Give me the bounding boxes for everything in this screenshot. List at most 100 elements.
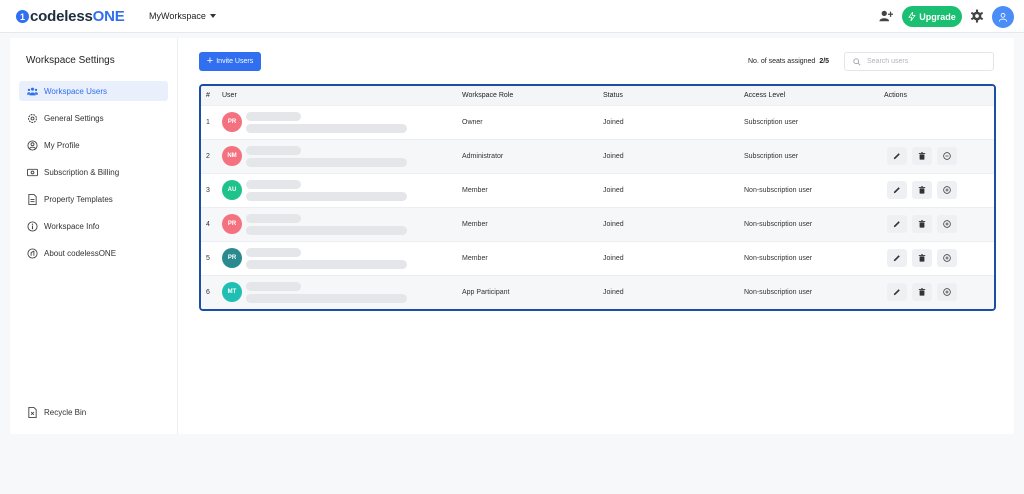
sidebar-item-about[interactable]: About codelessONE — [19, 243, 168, 263]
user-avatar: AU — [222, 180, 242, 200]
add-subscription-button[interactable] — [937, 249, 957, 267]
search-users-input[interactable] — [867, 58, 987, 65]
status-cell: Joined — [603, 220, 624, 228]
codelessone-logo[interactable]: 1 codelessONE — [16, 8, 125, 25]
upgrade-icon — [943, 220, 951, 228]
workspace-name: MyWorkspace — [149, 11, 206, 21]
sidebar-item-workspace-users[interactable]: Workspace Users — [19, 81, 168, 101]
edit-user-button[interactable] — [887, 147, 907, 165]
access-cell: Subscription user — [744, 118, 799, 126]
sidebar-item-property-templates[interactable]: Property Templates — [19, 189, 168, 209]
invite-users-button[interactable]: + Invite Users — [199, 52, 261, 71]
seats-value: 2/5 — [819, 58, 830, 65]
sidebar-item-general-settings[interactable]: General Settings — [19, 108, 168, 128]
access-cell: Subscription user — [744, 152, 799, 160]
row-number: 4 — [206, 220, 210, 228]
edit-user-button[interactable] — [887, 181, 907, 199]
actions-cell — [884, 241, 994, 275]
sidebar-item-my-profile[interactable]: My Profile — [19, 135, 168, 155]
user-name-placeholder — [246, 111, 301, 121]
user-email-placeholder — [246, 259, 407, 269]
delete-user-button[interactable] — [912, 249, 932, 267]
access-cell: Non-subscription user — [744, 288, 813, 296]
gear-icon[interactable] — [970, 9, 984, 23]
upgrade-icon — [943, 254, 951, 262]
edit-icon — [893, 221, 900, 228]
user-avatar-icon — [998, 13, 1008, 22]
delete-user-button[interactable] — [912, 147, 932, 165]
table-header-row: # User Workspace Role Status Access Leve… — [201, 86, 994, 105]
user-cell: PR — [222, 207, 462, 241]
row-number: 2 — [206, 152, 210, 160]
sidebar-item-label: Subscription & Billing — [44, 167, 120, 177]
sidebar-item-label: My Profile — [44, 140, 80, 150]
user-avatar[interactable] — [992, 6, 1014, 28]
row-number: 5 — [206, 254, 210, 262]
delete-user-button[interactable] — [912, 215, 932, 233]
template-icon — [28, 193, 37, 205]
top-bar: 1 codelessONE MyWorkspace Upgrade — [0, 0, 1024, 33]
user-name-placeholder — [246, 145, 301, 155]
user-cell: PR — [222, 241, 462, 275]
sidebar-item-workspace-info[interactable]: Workspace Info — [19, 216, 168, 236]
delete-icon — [918, 254, 926, 262]
delete-icon — [918, 288, 926, 296]
col-header-role: Workspace Role — [462, 91, 514, 99]
role-cell: Owner — [462, 118, 483, 126]
edit-user-button[interactable] — [887, 215, 907, 233]
downgrade-icon — [943, 152, 951, 160]
edit-icon — [893, 255, 900, 262]
add-user-icon[interactable] — [879, 9, 893, 23]
edit-user-button[interactable] — [887, 249, 907, 267]
user-avatar: NM — [222, 146, 242, 166]
sidebar-title: Workspace Settings — [26, 55, 115, 66]
delete-user-button[interactable] — [912, 181, 932, 199]
user-details-placeholder — [246, 247, 407, 269]
role-cell: Administrator — [462, 152, 504, 160]
role-cell: Member — [462, 186, 488, 194]
role-cell: Member — [462, 254, 488, 262]
table-row: 4 PR Member Joined Non-subscription user — [201, 207, 994, 241]
user-details-placeholder — [246, 213, 407, 235]
profile-icon — [27, 139, 38, 151]
row-number: 1 — [206, 118, 210, 126]
remove-subscription-button[interactable] — [937, 147, 957, 165]
access-cell: Non-subscription user — [744, 220, 813, 228]
user-details-placeholder — [246, 281, 407, 303]
col-header-actions: Actions — [884, 91, 907, 99]
col-header-user: User — [222, 91, 237, 99]
sidebar-item-subscription-billing[interactable]: Subscription & Billing — [19, 162, 168, 182]
search-icon — [853, 57, 861, 66]
sidebar-item-recycle-bin[interactable]: Recycle Bin — [19, 402, 168, 422]
add-subscription-button[interactable] — [937, 283, 957, 302]
status-cell: Joined — [603, 118, 624, 126]
sidebar-item-label: Property Templates — [44, 194, 113, 204]
add-subscription-button[interactable] — [937, 181, 957, 199]
plus-icon: + — [206, 55, 214, 67]
user-details-placeholder — [246, 179, 407, 201]
status-cell: Joined — [603, 152, 624, 160]
role-cell: App Participant — [462, 288, 510, 296]
user-name-placeholder — [246, 281, 301, 291]
actions-cell — [884, 207, 994, 241]
users-table: # User Workspace Role Status Access Leve… — [199, 84, 996, 311]
seats-assigned: No. of seats assigned 2/5 — [748, 58, 829, 65]
invite-users-label: Invite Users — [216, 58, 254, 65]
add-subscription-button[interactable] — [937, 215, 957, 233]
user-name-placeholder — [246, 247, 301, 257]
workspace-switcher[interactable]: MyWorkspace — [149, 11, 216, 21]
logo-text-part2: ONE — [92, 8, 125, 25]
col-header-status: Status — [603, 91, 623, 99]
seats-label: No. of seats assigned — [748, 58, 816, 65]
user-cell: NM — [222, 139, 462, 173]
search-users-box[interactable] — [844, 52, 994, 71]
user-details-placeholder — [246, 145, 407, 167]
user-name-placeholder — [246, 213, 301, 223]
upgrade-button[interactable]: Upgrade — [902, 6, 962, 27]
upgrade-icon — [943, 288, 951, 296]
role-cell: Member — [462, 220, 488, 228]
col-header-number: # — [206, 91, 210, 99]
logo-text-part1: codeless — [30, 8, 93, 25]
edit-user-button[interactable] — [887, 283, 907, 302]
delete-user-button[interactable] — [912, 283, 932, 302]
